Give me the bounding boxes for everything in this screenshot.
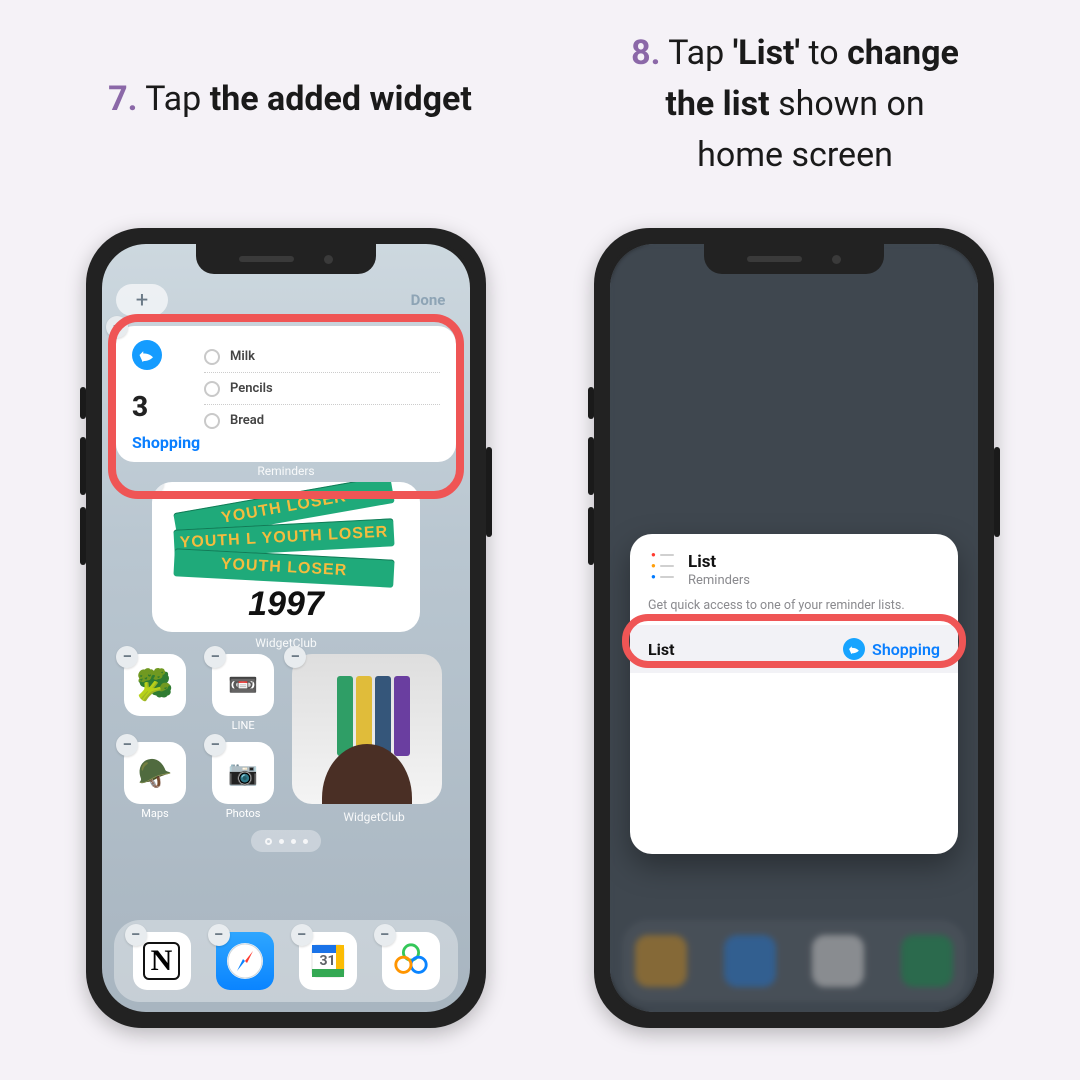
notion-icon: N xyxy=(143,942,181,980)
app-broccoli[interactable]: –🥦 xyxy=(116,654,194,719)
remove-badge-icon[interactable]: – xyxy=(106,316,128,338)
app-photos[interactable]: – 📷 Photos xyxy=(204,742,282,820)
remove-badge-icon[interactable]: – xyxy=(284,646,306,668)
widgetclub-widget-2[interactable]: – WidgetClub xyxy=(292,654,456,824)
list-selector-row[interactable]: List Shopping xyxy=(630,625,958,673)
dock-app-chatgpt[interactable]: – xyxy=(382,932,440,990)
dock-app-calendar[interactable]: – 31 xyxy=(299,932,357,990)
step-7-number: 7. xyxy=(108,79,137,119)
step-8-caption: 8. Tap 'List' to change the list shown o… xyxy=(540,28,1050,181)
broccoli-icon: 🥦 xyxy=(136,668,173,703)
youth-sticker: YOUTH LOSER xyxy=(173,548,394,587)
cassette-icon: 📼 xyxy=(228,671,258,699)
widgetclub-widget-1[interactable]: – YOUTH LOSER YOUTH L YOUTH LOSER YOUTH … xyxy=(152,482,420,632)
army-man-icon: 🪖 xyxy=(138,757,173,790)
camera-icon: 📷 xyxy=(228,759,258,787)
remove-badge-icon[interactable]: – xyxy=(291,924,313,946)
app-label: LINE xyxy=(232,719,255,732)
dock-app-notion[interactable]: – N xyxy=(133,932,191,990)
reminder-item: Bread xyxy=(230,413,264,428)
reminders-app-icon xyxy=(648,552,676,580)
remove-badge-icon[interactable]: – xyxy=(152,482,164,494)
dock: – N – – xyxy=(114,920,458,1002)
remove-badge-icon[interactable]: – xyxy=(116,646,138,668)
phone-right: List Reminders Get quick access to one o… xyxy=(594,228,994,1028)
widgetclub-label: WidgetClub xyxy=(102,636,470,650)
step-8-number: 8. xyxy=(631,33,660,73)
reminders-list-name: Shopping xyxy=(132,433,204,452)
knot-icon xyxy=(392,942,430,980)
phone-left: + Done – 3 Shopping Milk Pencils Bread R… xyxy=(86,228,486,1028)
app-icon-grid: –🥦 – 📼 LINE – xyxy=(116,654,456,824)
reminders-count: 3 xyxy=(132,390,204,423)
step-7-caption: 7. Tap the added widget xyxy=(70,74,510,125)
remove-badge-icon[interactable]: – xyxy=(208,924,230,946)
reminders-widget-label: Reminders xyxy=(102,464,470,478)
config-title: List xyxy=(688,552,750,572)
edit-topbar: + Done xyxy=(102,284,470,316)
config-subtitle: Reminders xyxy=(688,573,750,588)
list-row-label: List xyxy=(648,640,675,659)
phone-left-screen: + Done – 3 Shopping Milk Pencils Bread R… xyxy=(102,244,470,1012)
config-description: Get quick access to one of your reminder… xyxy=(630,588,958,613)
remove-badge-icon[interactable]: – xyxy=(125,924,147,946)
reminder-item: Pencils xyxy=(230,381,273,396)
youth-year: 1997 xyxy=(152,585,420,624)
widgetclub-label: WidgetClub xyxy=(292,810,456,824)
widget-config-card: List Reminders Get quick access to one o… xyxy=(630,534,958,854)
phone-right-screen: List Reminders Get quick access to one o… xyxy=(610,244,978,1012)
reminders-widget[interactable]: – 3 Shopping Milk Pencils Bread xyxy=(116,326,456,462)
selected-list-value: Shopping xyxy=(872,640,940,659)
app-label: Photos xyxy=(226,807,261,820)
done-button[interactable]: Done xyxy=(400,286,456,314)
fish-icon xyxy=(132,340,162,370)
app-label: Maps xyxy=(141,807,168,820)
remove-badge-icon[interactable]: – xyxy=(116,734,138,756)
fish-icon xyxy=(843,638,865,660)
page-indicator[interactable] xyxy=(251,830,321,852)
remove-badge-icon[interactable]: – xyxy=(374,924,396,946)
app-maps[interactable]: – 🪖 Maps xyxy=(116,742,194,820)
reminder-item: Milk xyxy=(230,349,255,364)
safari-icon xyxy=(224,940,266,982)
remove-badge-icon[interactable]: – xyxy=(204,646,226,668)
app-line[interactable]: – 📼 LINE xyxy=(204,654,282,732)
add-widget-button[interactable]: + xyxy=(116,284,168,316)
remove-badge-icon[interactable]: – xyxy=(204,734,226,756)
dock-app-safari[interactable]: – xyxy=(216,932,274,990)
